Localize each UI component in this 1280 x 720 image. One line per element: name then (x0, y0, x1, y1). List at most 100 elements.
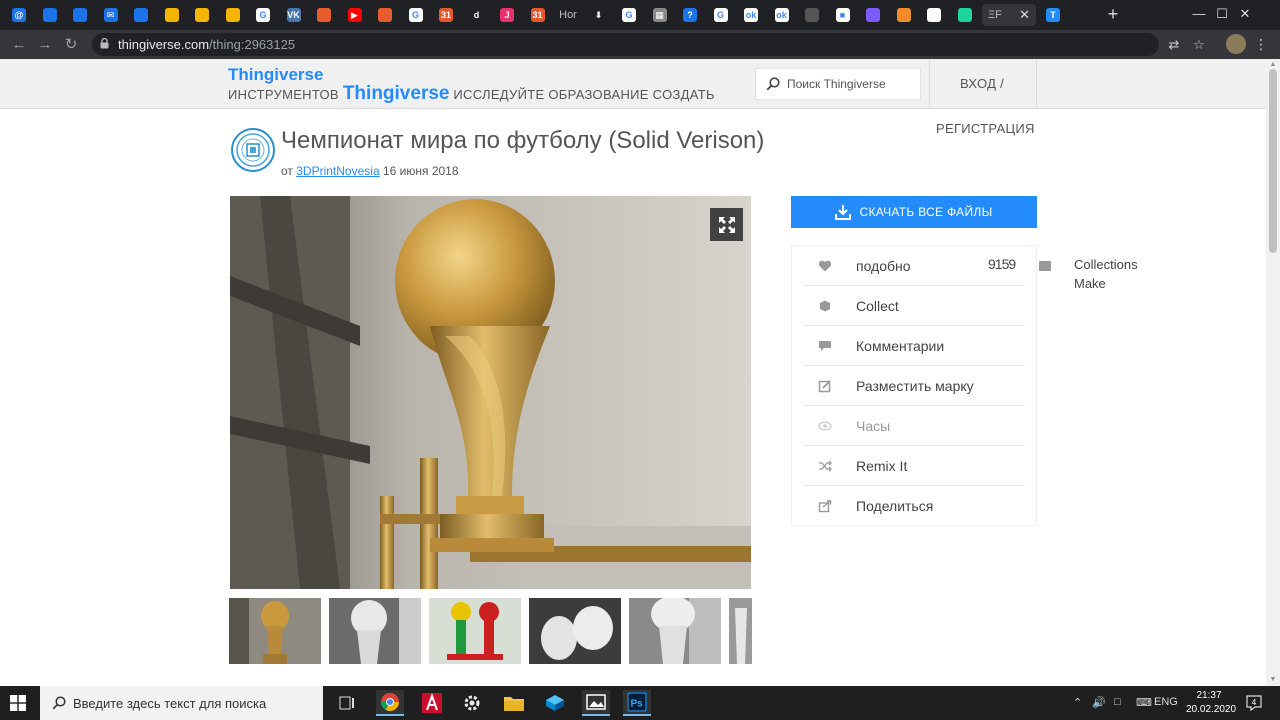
browser-tab[interactable]: ▦ (647, 4, 673, 26)
browser-tab[interactable]: G (708, 4, 734, 26)
browser-tab[interactable] (372, 4, 398, 26)
scroll-up-arrow[interactable]: ▲ (1269, 61, 1277, 69)
new-tab-button[interactable]: + (1103, 4, 1123, 24)
settings-taskbar-icon[interactable] (458, 690, 486, 716)
action-comment[interactable]: Комментарии (804, 326, 1025, 366)
action-label: Часы (856, 417, 891, 434)
fullscreen-button[interactable] (710, 208, 743, 241)
scroll-down-arrow[interactable]: ▼ (1269, 676, 1277, 684)
nav-tools[interactable]: ИНСТРУМЕНТОВ (228, 87, 339, 102)
browser-tab[interactable]: G (403, 4, 429, 26)
network-icon[interactable]: □ (1114, 696, 1121, 708)
download-icon (835, 205, 852, 220)
game-icon (927, 8, 941, 22)
browser-tab[interactable] (891, 4, 917, 26)
volume-icon[interactable]: 🔊 (1092, 696, 1106, 709)
search-input[interactable] (787, 75, 917, 93)
address-bar[interactable]: thingiverse.com/thing:2963125 ⇄ ☆ (92, 33, 1205, 56)
thumbnail[interactable] (729, 598, 752, 664)
register-link[interactable]: РЕГИСТРАЦИЯ (936, 121, 1035, 136)
reload-button[interactable]: ↻ (60, 34, 82, 56)
browser-tab[interactable] (67, 4, 93, 26)
browser-tab[interactable]: G (250, 4, 276, 26)
bookmark-star-icon[interactable]: ☆ (1190, 36, 1208, 54)
thumbnail-strip (229, 598, 752, 665)
task-view-icon[interactable] (333, 690, 361, 716)
thumbnail[interactable] (429, 598, 521, 664)
browser-tab[interactable] (311, 4, 337, 26)
browser-tab[interactable]: ΞF ✕ (982, 4, 1036, 26)
language-indicator[interactable]: ENG (1154, 696, 1178, 708)
browser-tab[interactable]: d (464, 4, 490, 26)
thumbnail[interactable] (629, 598, 721, 664)
download-all-files-button[interactable]: СКАЧАТЬ ВСЕ ФАЙЛЫ (791, 196, 1037, 228)
close-window-button[interactable]: ✕ (1223, 0, 1267, 28)
browser-tab[interactable]: ⬇ (586, 4, 612, 26)
window-icon (73, 8, 87, 22)
browser-tab[interactable] (952, 4, 978, 26)
browser-tab[interactable]: @ (6, 4, 32, 26)
tray-overflow-icon[interactable]: ⌃ (1073, 696, 1082, 709)
nav-explore-education-create[interactable]: ИССЛЕДУЙТЕ ОБРАЗОВАНИЕ СОЗДАТЬ (453, 87, 714, 102)
browser-tab[interactable]: ok (738, 4, 764, 26)
browser-tab[interactable] (220, 4, 246, 26)
translate-icon[interactable]: ⇄ (1165, 36, 1183, 54)
close-tab-icon[interactable]: ✕ (1019, 7, 1030, 23)
photos-taskbar-icon[interactable] (582, 690, 610, 716)
notification-center-icon[interactable]: 4 (1246, 695, 1262, 711)
thumbnail[interactable] (229, 598, 321, 664)
browser-tab[interactable] (37, 4, 63, 26)
photoshop-taskbar-icon[interactable]: Ps (623, 690, 651, 716)
file-explorer-taskbar-icon[interactable] (500, 690, 528, 716)
login-link[interactable]: ВХОД / (960, 76, 1004, 91)
page-scrollbar[interactable]: ▲ ▼ (1266, 59, 1280, 686)
browser-tab[interactable]: ▶ (342, 4, 368, 26)
profile-avatar[interactable] (1226, 34, 1246, 54)
windows-taskbar: Введите здесь текст для поиска Ps ⌃ 🔊 □ … (0, 686, 1280, 720)
creator-avatar[interactable] (231, 128, 275, 172)
back-button[interactable]: ← (8, 34, 30, 56)
browser-tab[interactable] (128, 4, 154, 26)
browser-tab[interactable]: J (494, 4, 520, 26)
browser-tab[interactable]: T (1040, 4, 1066, 26)
thingiverse-logo[interactable]: Thingiverse (343, 83, 450, 104)
j-icon: J (500, 8, 514, 22)
browser-tab[interactable]: ok (769, 4, 795, 26)
browser-tab[interactable]: Hor (555, 4, 581, 26)
browser-tab[interactable]: ✉ (98, 4, 124, 26)
browser-tab[interactable]: ? (677, 4, 703, 26)
browser-menu-icon[interactable]: ⋮ (1254, 34, 1268, 54)
browser-tab[interactable]: 31 (525, 4, 551, 26)
chrome-taskbar-icon[interactable] (376, 690, 404, 716)
browser-tab[interactable] (799, 4, 825, 26)
action-share[interactable]: Поделиться (804, 486, 1025, 526)
action-remix[interactable]: Remix It (804, 446, 1025, 486)
action-watch[interactable]: Часы (804, 406, 1025, 446)
main-photo[interactable] (230, 196, 751, 589)
action-post-make[interactable]: Разместить марку (804, 366, 1025, 406)
autocad-taskbar-icon[interactable] (418, 690, 446, 716)
author-link[interactable]: 3DPrintNovesia (296, 164, 379, 178)
thumbnail[interactable] (329, 598, 421, 664)
browser-tab[interactable] (159, 4, 185, 26)
browser-tab[interactable] (921, 4, 947, 26)
thingiverse-logo-small[interactable]: Thingiverse (228, 65, 323, 85)
browser-tab[interactable]: 31 (433, 4, 459, 26)
input-method-icon[interactable]: ⌨ (1136, 696, 1152, 709)
windows-start-icon[interactable] (10, 695, 26, 711)
3d-app-taskbar-icon[interactable] (541, 690, 569, 716)
system-clock[interactable]: 21:37 20.02.2020 (1186, 689, 1236, 717)
post-make-icon (818, 379, 832, 393)
thing-actions-panel: подобно Collect Комментарии Разместить марк… (791, 245, 1037, 526)
forward-button[interactable]: → (34, 34, 56, 56)
browser-tab[interactable]: G (616, 4, 642, 26)
taskbar-search[interactable]: Введите здесь текст для поиска (40, 686, 323, 720)
browser-tab[interactable] (860, 4, 886, 26)
browser-tab[interactable]: VK (281, 4, 307, 26)
action-collect[interactable]: Collect (804, 286, 1025, 326)
thumbnail[interactable] (529, 598, 621, 664)
scroll-thumb[interactable] (1269, 69, 1277, 253)
browser-tab[interactable]: ■ (830, 4, 856, 26)
browser-tab-strip: @ ✉ G VK ▶ G 31 d J 31 Hor ⬇ G ▦? Gok ok ■ ΞF ✕ T + — ☐ ✕ (0, 0, 1280, 30)
browser-tab[interactable] (189, 4, 215, 26)
